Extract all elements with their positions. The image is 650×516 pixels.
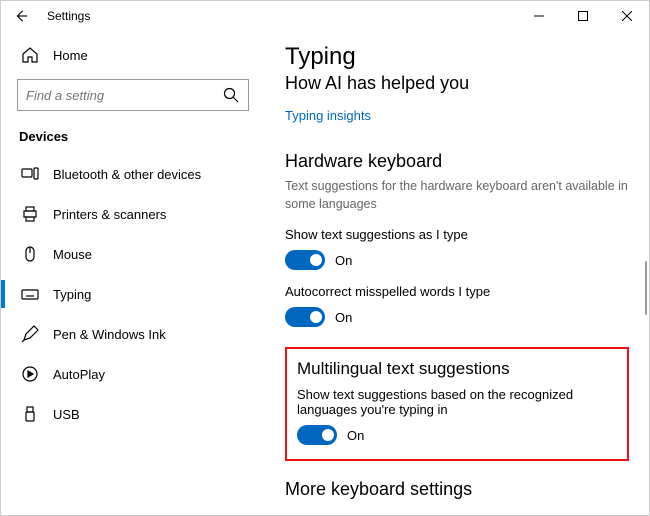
sidebar-list: Bluetooth & other devices Printers & sca… [17,154,249,434]
pen-icon [21,325,39,343]
hardware-keyboard-heading: Hardware keyboard [285,151,629,172]
devices-icon [21,165,39,183]
typing-insights-link[interactable]: Typing insights [285,108,371,123]
close-icon [622,11,632,21]
titlebar-left: Settings [1,1,90,31]
setting-show-suggestions: Show text suggestions as I type On [285,227,629,270]
back-arrow-icon [14,9,28,23]
sidebar-item-label: Bluetooth & other devices [53,167,201,182]
sidebar-item-label: Mouse [53,247,92,262]
autoplay-icon [21,365,39,383]
titlebar: Settings [1,1,649,31]
maximize-button[interactable] [561,1,605,31]
toggle-row: On [297,425,617,445]
minimize-icon [534,11,544,21]
more-keyboard-heading: More keyboard settings [285,479,629,500]
setting-label: Show text suggestions as I type [285,227,629,242]
app-title: Settings [41,9,90,23]
page-title: Typing [285,43,629,71]
toggle-state: On [347,428,364,443]
search-box[interactable] [17,79,249,111]
close-button[interactable] [605,1,649,31]
sidebar-item-typing[interactable]: Typing [17,274,249,314]
toggle-show-suggestions[interactable] [285,250,325,270]
home-nav[interactable]: Home [17,37,249,73]
toggle-autocorrect[interactable] [285,307,325,327]
sidebar-item-label: Pen & Windows Ink [53,327,166,342]
toggle-state: On [335,310,352,325]
sidebar-item-autoplay[interactable]: AutoPlay [17,354,249,394]
sidebar-group-title: Devices [19,129,249,144]
hardware-keyboard-note: Text suggestions for the hardware keyboa… [285,178,629,213]
settings-window: Settings Home Devices Bluetooth & other … [0,0,650,516]
sidebar-item-label: USB [53,407,80,422]
window-controls [517,1,649,31]
toggle-multilingual[interactable] [297,425,337,445]
printer-icon [21,205,39,223]
multilingual-desc: Show text suggestions based on the recog… [297,387,617,417]
setting-label: Autocorrect misspelled words I type [285,284,629,299]
body-area: Home Devices Bluetooth & other devices P… [1,31,649,515]
sidebar-item-printers[interactable]: Printers & scanners [17,194,249,234]
sidebar-item-mouse[interactable]: Mouse [17,234,249,274]
maximize-icon [578,11,588,21]
content-panel[interactable]: Typing How AI has helped you Typing insi… [261,31,649,515]
multilingual-highlight: Multilingual text suggestions Show text … [285,347,629,461]
back-button[interactable] [1,1,41,31]
sidebar: Home Devices Bluetooth & other devices P… [1,31,261,515]
scrollbar-thumb[interactable] [645,261,647,315]
search-icon [222,86,240,104]
page-subtitle: How AI has helped you [285,73,629,94]
sidebar-item-bluetooth[interactable]: Bluetooth & other devices [17,154,249,194]
toggle-row: On [285,250,629,270]
toggle-state: On [335,253,352,268]
home-icon [21,46,39,64]
keyboard-icon [21,285,39,303]
sidebar-item-label: Typing [53,287,91,302]
usb-icon [21,405,39,423]
home-label: Home [53,48,88,63]
mouse-icon [21,245,39,263]
multilingual-heading: Multilingual text suggestions [297,359,617,379]
sidebar-item-pen[interactable]: Pen & Windows Ink [17,314,249,354]
search-input[interactable] [26,88,222,103]
sidebar-item-usb[interactable]: USB [17,394,249,434]
setting-autocorrect: Autocorrect misspelled words I type On [285,284,629,327]
sidebar-item-label: AutoPlay [53,367,105,382]
toggle-row: On [285,307,629,327]
sidebar-item-label: Printers & scanners [53,207,166,222]
minimize-button[interactable] [517,1,561,31]
